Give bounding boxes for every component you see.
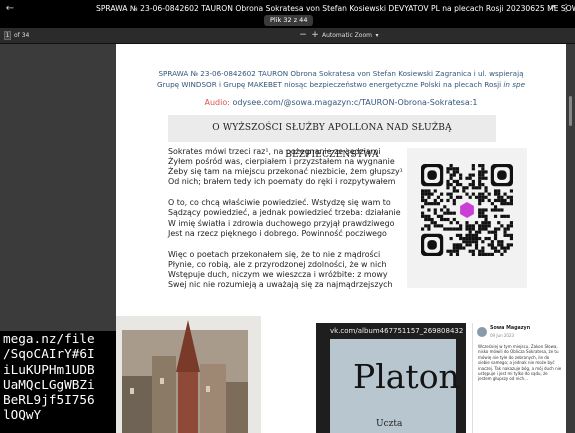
document-header: SPRAWA № 23-06-0842602 TAURON Obrona Sok… xyxy=(116,68,566,90)
mega-link-line: UaMQcLGgWBZi xyxy=(3,376,95,392)
file-counter: Plik 32 z 44 xyxy=(264,15,314,26)
mega-link-overlay: mega.nz/file /SqoCAIrY#6I iLuKUPHm1UDB U… xyxy=(0,331,116,433)
zoom-out-button[interactable]: − xyxy=(298,30,308,41)
social-post: Sowa Magazyn 09 Jun 2023 Wcześniej w tym… xyxy=(472,323,565,433)
mega-link-line: lOQwY xyxy=(3,407,42,423)
header-italic: in spe xyxy=(503,80,525,89)
mega-link-line: BeRL9jf5I756 xyxy=(3,392,95,408)
qr-code-graphic xyxy=(421,164,513,256)
qr-logo-icon xyxy=(460,202,474,218)
audio-link[interactable]: odysee.com/@sowa.magazyn:c/TAURON-Obrona… xyxy=(232,98,477,107)
avatar xyxy=(477,327,487,337)
title-bar: ← SPRAWA № 23-06-0842602 TAURON Obrona S… xyxy=(0,0,575,28)
menu-icon[interactable]: ⋮ xyxy=(560,3,572,15)
mega-link-line: iLuKUPHm1UDB xyxy=(3,361,95,377)
back-arrow-icon[interactable]: ← xyxy=(4,3,16,15)
post-author: Sowa Magazyn xyxy=(490,326,531,331)
share-icon[interactable]: ↗ xyxy=(546,3,558,15)
mega-link-line: /SqoCAIrY#6I xyxy=(3,346,95,362)
pdf-toolbar: 1 of 34 − + Automatic Zoom ▾ xyxy=(0,28,575,44)
header-line-1: SPRAWA № 23-06-0842602 TAURON Obrona Sok… xyxy=(158,69,524,78)
cathedral-photo xyxy=(116,316,261,433)
pdf-viewer-window: ← SPRAWA № 23-06-0842602 TAURON Obrona S… xyxy=(0,0,575,433)
page-count: of 34 xyxy=(14,32,30,39)
zoom-select[interactable]: Automatic Zoom xyxy=(322,31,372,41)
audio-line: Audio: odysee.com/@sowa.magazyn:c/TAURON… xyxy=(116,98,566,107)
book-subtitle: Uczta xyxy=(376,419,403,429)
mega-link-line: mega.nz/file xyxy=(3,331,95,346)
book-cover: Platon Uczta xyxy=(330,339,460,433)
qr-code xyxy=(407,148,527,288)
chevron-down-icon[interactable]: ▾ xyxy=(372,30,382,41)
book-photo: vk.com/album467751157_269808432 Platon U… xyxy=(316,323,466,433)
post-text: Wcześniej w tym miejscu, Zakon Słowa, ni… xyxy=(478,344,562,382)
scrollbar-thumb[interactable] xyxy=(569,96,572,126)
window-title: SPRAWA № 23-06-0842602 TAURON Obrona Sok… xyxy=(96,4,575,13)
header-line-2: Grupę WINDSOR i Grupę MAKEBET niosąc bez… xyxy=(156,80,525,89)
post-date: 09 Jun 2023 xyxy=(490,333,515,338)
section-title-banner: O WYŻSZOŚCI SŁUŻBY APOLLONA NAD SŁUŻBĄ B… xyxy=(168,115,496,160)
audio-label: Audio: xyxy=(204,98,233,107)
page-number-input[interactable]: 1 xyxy=(4,31,11,40)
book-title: Platon xyxy=(353,357,460,396)
zoom-in-button[interactable]: + xyxy=(310,30,320,41)
vk-album-url[interactable]: vk.com/album467751157_269808432 xyxy=(330,327,463,335)
